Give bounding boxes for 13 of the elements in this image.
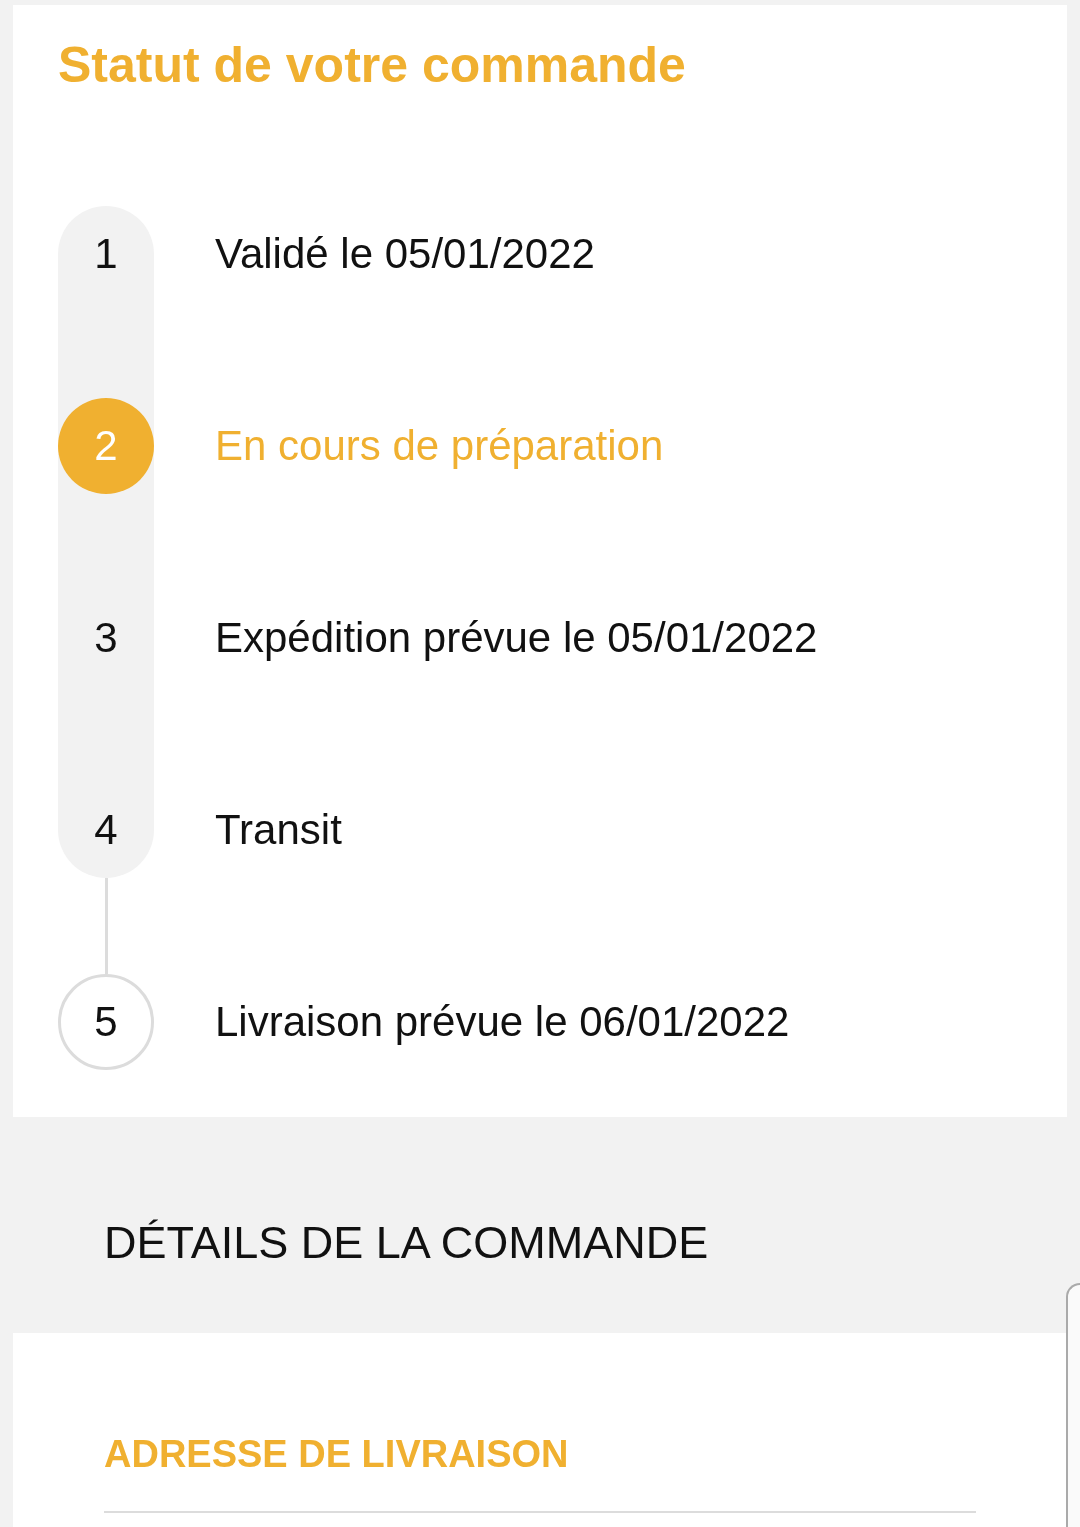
address-heading: ADRESSE DE LIVRAISON — [104, 1432, 570, 1477]
step-number: 4 — [94, 809, 118, 851]
step-label: Livraison prévue le 06/01/2022 — [215, 997, 791, 1047]
section-heading: DÉTAILS DE LA COMMANDE — [104, 1216, 710, 1270]
step-label: En cours de préparation — [215, 421, 665, 471]
step-number: 1 — [94, 233, 118, 275]
step-marker: 5 — [58, 974, 154, 1070]
step-number: 3 — [94, 617, 118, 659]
step-label: Validé le 05/01/2022 — [215, 229, 596, 279]
step-label: Expédition prévue le 05/01/2022 — [215, 613, 819, 663]
edge-panel-handle[interactable] — [1066, 1283, 1080, 1527]
card-title: Statut de votre commande — [58, 36, 687, 95]
step-label: Transit — [215, 805, 343, 855]
